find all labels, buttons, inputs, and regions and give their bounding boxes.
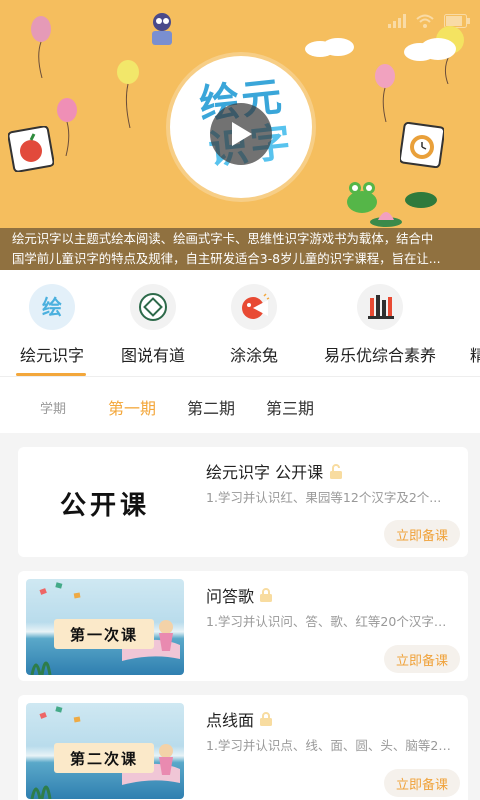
lock-icon bbox=[260, 712, 273, 726]
balloon-pink-3-icon bbox=[375, 64, 395, 122]
svg-text:绘: 绘 bbox=[42, 295, 62, 319]
category-label: 精 bbox=[470, 346, 480, 365]
prepare-lesson-button[interactable]: 立即备课 bbox=[384, 520, 460, 548]
term-2[interactable]: 第二期 bbox=[187, 395, 235, 419]
term-selector: 学期 第一期 第二期 第三期 bbox=[0, 377, 480, 433]
video-banner[interactable]: 绘元 识字 绘元识字以主题式绘本阅读、绘画式字卡、思维性识字游戏书为载体，结合中… bbox=[0, 0, 480, 270]
lily-pad-icon bbox=[405, 192, 437, 208]
thumbnail-title: 第一次课 bbox=[54, 619, 154, 649]
lesson-description: 1.学习并认识问、答、歌、红等20个汉字及... bbox=[206, 614, 454, 629]
play-icon bbox=[232, 122, 252, 146]
play-button[interactable] bbox=[210, 103, 272, 165]
category-tushuo[interactable]: 图说有道 bbox=[117, 284, 189, 366]
balloon-pink-icon bbox=[31, 16, 51, 78]
thumbnail-title: 公开课 bbox=[59, 490, 150, 521]
prepare-lesson-button[interactable]: 立即备课 bbox=[384, 769, 460, 797]
category-tabs: 绘 绘元识字 图说有道 涂涂兔 易乐优综合素养 精 bbox=[0, 270, 480, 376]
caption-line-2: 国学前儿童识字的特点及规律，自主研发适合3-8岁儿童的识字课程，旨在让... bbox=[12, 251, 441, 266]
category-label: 易乐优综合素养 bbox=[323, 346, 436, 365]
lesson-card[interactable]: 第一次课 问答歌 1.学习并认识问、答、歌、红等20个汉字及... 立即备课 bbox=[18, 571, 468, 681]
lesson-title: 点线面 bbox=[206, 707, 273, 731]
lotus-icon bbox=[370, 212, 402, 227]
lesson-thumbnail: 第一次课 bbox=[26, 579, 184, 675]
lesson-title: 问答歌 bbox=[206, 583, 273, 607]
signal-icon bbox=[388, 14, 406, 28]
category-label: 涂涂兔 bbox=[229, 346, 278, 365]
course-description: 绘元识字以主题式绘本阅读、绘画式字卡、思维性识字游戏书为载体，结合中 国学前儿童… bbox=[0, 228, 480, 270]
prepare-lesson-button[interactable]: 立即备课 bbox=[384, 645, 460, 673]
lesson-card[interactable]: 公开课 绘元识字 公开课 1.学习并认识红、果园等12个汉字及2个... 立即备… bbox=[18, 447, 468, 557]
caption-line-1: 绘元识字以主题式绘本阅读、绘画式字卡、思维性识字游戏书为载体，结合中 bbox=[12, 231, 434, 246]
apple-card-icon bbox=[8, 126, 54, 172]
category-label: 图说有道 bbox=[120, 346, 185, 365]
term-heading: 学期 bbox=[40, 402, 67, 417]
lesson-title-text: 问答歌 bbox=[206, 587, 255, 606]
cloud-icon bbox=[404, 38, 456, 61]
category-yileyou[interactable]: 易乐优综合素养 bbox=[318, 284, 442, 366]
huiyuan-logo-icon: 绘 bbox=[29, 284, 75, 330]
category-tututu[interactable]: 涂涂兔 bbox=[224, 284, 284, 366]
lesson-title-text: 绘元识字 公开课 bbox=[206, 463, 324, 482]
unlock-icon bbox=[330, 463, 343, 479]
lesson-card[interactable]: 第二次课 点线面 1.学习并认识点、线、面、圆、头、脑等23... 立即备课 bbox=[18, 695, 468, 800]
rabbit-face-icon bbox=[231, 284, 277, 330]
alarm-clock-card-icon bbox=[400, 122, 444, 168]
color-pencils-icon bbox=[357, 284, 403, 330]
robot-toy-icon bbox=[152, 13, 172, 45]
cloud-2-icon bbox=[305, 38, 354, 57]
thumbnail-title: 第二次课 bbox=[54, 743, 154, 773]
lesson-title-text: 点线面 bbox=[206, 711, 255, 730]
category-label: 绘元识字 bbox=[19, 346, 84, 365]
coin-icon bbox=[130, 284, 176, 330]
lesson-thumbnail: 公开课 bbox=[26, 455, 184, 551]
term-3[interactable]: 第三期 bbox=[266, 395, 314, 419]
balloon-pink-2-icon bbox=[57, 98, 77, 156]
lesson-thumbnail: 第二次课 bbox=[26, 703, 184, 799]
category-partial[interactable]: 精 bbox=[470, 284, 480, 366]
lock-icon bbox=[260, 588, 273, 602]
term-1[interactable]: 第一期 bbox=[108, 395, 156, 419]
lesson-description: 1.学习并认识红、果园等12个汉字及2个... bbox=[206, 490, 442, 505]
category-huiyuan[interactable]: 绘 绘元识字 bbox=[16, 284, 88, 366]
lesson-description: 1.学习并认识点、线、面、圆、头、脑等23... bbox=[206, 738, 454, 753]
balloon-yellow-icon bbox=[117, 60, 139, 128]
lesson-title: 绘元识字 公开课 bbox=[206, 459, 343, 483]
category-partial-icon bbox=[470, 284, 480, 330]
